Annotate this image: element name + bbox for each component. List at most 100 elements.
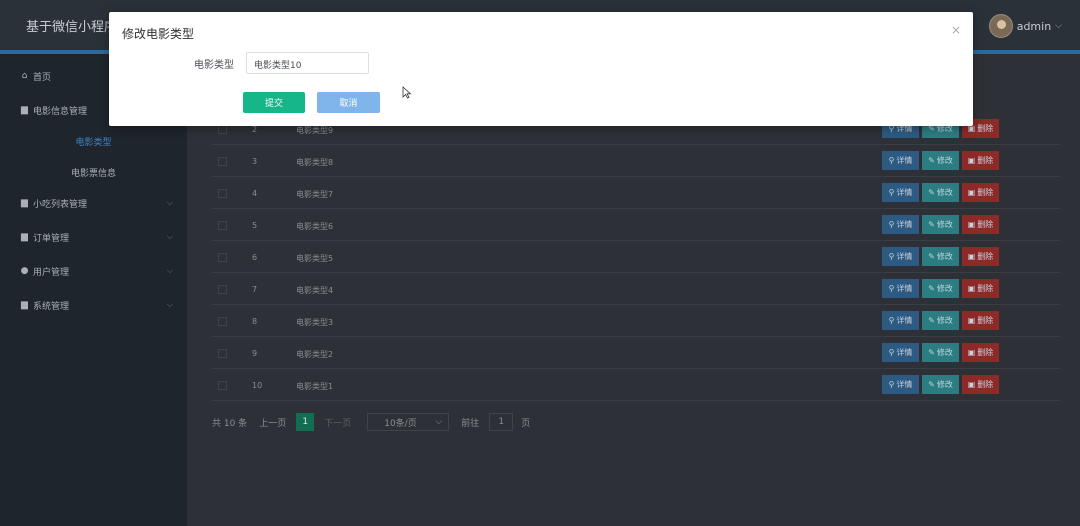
sidebar-item-users[interactable]: ● 用户管理 ⌵ xyxy=(0,256,187,286)
detail-button[interactable]: ⚲ 详情 xyxy=(882,343,919,362)
row-name: 电影类型1 xyxy=(296,382,334,391)
search-icon: ⚲ xyxy=(888,188,895,197)
delete-button[interactable]: ▣ 删除 xyxy=(962,247,999,266)
table-row[interactable]: 4 电影类型7 ⚲ 详情 ✎ 修改 ▣ 删除 xyxy=(212,178,1060,209)
row-index: 8 xyxy=(252,317,258,326)
row-name: 电影类型8 xyxy=(296,158,334,167)
pencil-icon: ✎ xyxy=(928,316,935,325)
user-icon: ● xyxy=(20,265,29,276)
user-menu[interactable]: admin ⌵ xyxy=(988,14,1062,38)
submit-button[interactable]: 提交 xyxy=(243,92,305,113)
folder-icon: ▆ xyxy=(21,104,28,115)
row-name: 电影类型5 xyxy=(296,254,334,263)
chevron-down-icon[interactable]: ⌵ xyxy=(1055,21,1062,31)
trash-icon: ▣ xyxy=(967,284,976,293)
sidebar-item-label: 首页 xyxy=(33,72,52,83)
chevron-down-icon: ⌵ xyxy=(166,232,173,241)
trash-icon: ▣ xyxy=(967,380,976,389)
sidebar-subitem-ticket-info[interactable]: 电影票信息 xyxy=(0,158,187,186)
sidebar-item-label: 订单管理 xyxy=(33,233,70,244)
row-index: 10 xyxy=(252,381,263,390)
sidebar-item-snacks[interactable]: ▆ 小吃列表管理 ⌵ xyxy=(0,188,187,218)
table-row[interactable]: 10 电影类型1 ⚲ 详情 ✎ 修改 ▣ 删除 xyxy=(212,370,1060,401)
edit-button[interactable]: ✎ 修改 xyxy=(922,311,959,330)
edit-button[interactable]: ✎ 修改 xyxy=(922,183,959,202)
detail-button[interactable]: ⚲ 详情 xyxy=(882,311,919,330)
chevron-down-icon: ⌵ xyxy=(166,300,173,309)
table-row[interactable]: 3 电影类型8 ⚲ 详情 ✎ 修改 ▣ 删除 xyxy=(212,146,1060,177)
table-row[interactable]: 5 电影类型6 ⚲ 详情 ✎ 修改 ▣ 删除 xyxy=(212,210,1060,241)
close-icon[interactable]: × xyxy=(951,23,961,37)
document-icon: ▆ xyxy=(21,231,28,242)
edit-button[interactable]: ✎ 修改 xyxy=(922,151,959,170)
search-icon: ⚲ xyxy=(888,380,895,389)
sidebar-item-label: 小吃列表管理 xyxy=(33,199,88,210)
delete-button[interactable]: ▣ 删除 xyxy=(962,279,999,298)
delete-button[interactable]: ▣ 删除 xyxy=(962,311,999,330)
detail-button[interactable]: ⚲ 详情 xyxy=(882,375,919,394)
row-checkbox[interactable] xyxy=(218,221,227,230)
page-size-select[interactable]: 10条/页 ⌵ xyxy=(367,413,450,431)
dialog-title: 修改电影类型 xyxy=(122,27,195,41)
row-name: 电影类型3 xyxy=(296,318,334,327)
user-name[interactable]: admin xyxy=(1017,20,1051,33)
row-index: 7 xyxy=(252,285,258,294)
next-page-button[interactable]: 下一页 xyxy=(324,416,351,429)
current-page-button[interactable]: 1 xyxy=(296,413,315,431)
edit-button[interactable]: ✎ 修改 xyxy=(922,343,959,362)
table-row[interactable]: 7 电影类型4 ⚲ 详情 ✎ 修改 ▣ 删除 xyxy=(212,274,1060,305)
trash-icon: ▣ xyxy=(967,348,976,357)
box-icon: ▆ xyxy=(21,197,28,208)
table-row[interactable]: 9 电影类型2 ⚲ 详情 ✎ 修改 ▣ 删除 xyxy=(212,338,1060,369)
sidebar-item-orders[interactable]: ▆ 订单管理 ⌵ xyxy=(0,222,187,252)
delete-button[interactable]: ▣ 删除 xyxy=(962,183,999,202)
delete-button[interactable]: ▣ 删除 xyxy=(962,375,999,394)
pencil-icon: ✎ xyxy=(928,188,935,197)
row-checkbox[interactable] xyxy=(218,285,227,294)
row-index: 2 xyxy=(252,125,258,134)
table-row[interactable]: 8 电影类型3 ⚲ 详情 ✎ 修改 ▣ 删除 xyxy=(212,306,1060,337)
sidebar-item-system[interactable]: ▆ 系统管理 ⌵ xyxy=(0,290,187,320)
detail-button[interactable]: ⚲ 详情 xyxy=(882,247,919,266)
goto-page-input[interactable]: 1 xyxy=(489,413,514,431)
sidebar-item-label: 用户管理 xyxy=(33,267,70,278)
trash-icon: ▣ xyxy=(967,188,976,197)
row-checkbox[interactable] xyxy=(218,253,227,262)
delete-button[interactable]: ▣ 删除 xyxy=(962,151,999,170)
row-name: 电影类型7 xyxy=(296,190,334,199)
trash-icon: ▣ xyxy=(967,220,976,229)
pencil-icon: ✎ xyxy=(928,348,935,357)
row-checkbox[interactable] xyxy=(218,125,227,134)
delete-button[interactable]: ▣ 删除 xyxy=(962,215,999,234)
chevron-down-icon: ⌵ xyxy=(166,198,173,207)
cancel-button[interactable]: 取消 xyxy=(317,92,380,113)
row-checkbox[interactable] xyxy=(218,157,227,166)
row-index: 9 xyxy=(252,349,258,358)
row-checkbox[interactable] xyxy=(218,317,227,326)
settings-icon: ▆ xyxy=(21,299,28,310)
detail-button[interactable]: ⚲ 详情 xyxy=(882,183,919,202)
prev-page-button[interactable]: 上一页 xyxy=(259,416,286,429)
pencil-icon: ✎ xyxy=(928,284,935,293)
detail-button[interactable]: ⚲ 详情 xyxy=(882,151,919,170)
edit-button[interactable]: ✎ 修改 xyxy=(922,247,959,266)
row-index: 3 xyxy=(252,157,258,166)
row-checkbox[interactable] xyxy=(218,189,227,198)
detail-button[interactable]: ⚲ 详情 xyxy=(882,215,919,234)
row-checkbox[interactable] xyxy=(218,381,227,390)
movie-type-input[interactable]: 电影类型10 xyxy=(246,52,369,74)
table-row[interactable]: 6 电影类型5 ⚲ 详情 ✎ 修改 ▣ 删除 xyxy=(212,242,1060,273)
edit-button[interactable]: ✎ 修改 xyxy=(922,375,959,394)
pencil-icon: ✎ xyxy=(928,380,935,389)
delete-button[interactable]: ▣ 删除 xyxy=(962,343,999,362)
trash-icon: ▣ xyxy=(967,316,976,325)
sidebar-subitem-movie-type[interactable]: 电影类型 xyxy=(0,127,187,155)
edit-button[interactable]: ✎ 修改 xyxy=(922,279,959,298)
edit-button[interactable]: ✎ 修改 xyxy=(922,215,959,234)
row-checkbox[interactable] xyxy=(218,349,227,358)
detail-button[interactable]: ⚲ 详情 xyxy=(882,279,919,298)
pencil-icon: ✎ xyxy=(928,220,935,229)
row-index: 5 xyxy=(252,221,258,230)
avatar[interactable] xyxy=(988,14,1013,38)
page-suffix: 页 xyxy=(521,418,531,429)
